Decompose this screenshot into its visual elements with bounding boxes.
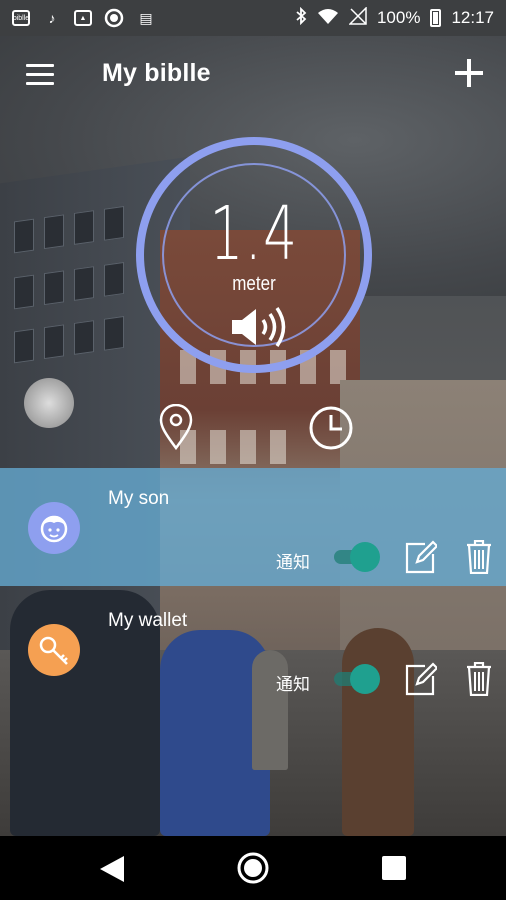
delete-icon[interactable] <box>466 539 492 575</box>
clock-time: 12:17 <box>451 8 494 27</box>
wifi-icon <box>317 8 339 29</box>
status-bar: biblle ♪ ▲ ▤ 100% 12:17 <box>0 0 506 36</box>
notification-icons: biblle ♪ ▲ ▤ <box>12 8 295 28</box>
speaker-icon[interactable] <box>228 305 292 349</box>
app-title: My biblle <box>102 59 211 87</box>
device-row-my-wallet[interactable]: My wallet 通知 <box>0 590 506 708</box>
record-icon <box>104 8 124 28</box>
device-name: My son <box>108 488 170 509</box>
delete-icon[interactable] <box>466 661 492 697</box>
biblle-app-icon: biblle <box>12 10 30 26</box>
edit-icon[interactable] <box>405 540 439 574</box>
edit-icon[interactable] <box>405 662 439 696</box>
background-photo <box>0 0 506 836</box>
image-icon: ▲ <box>74 10 92 26</box>
back-icon[interactable] <box>98 854 126 889</box>
sound-icon: ♪ <box>48 10 56 26</box>
menu-icon[interactable] <box>26 64 54 86</box>
add-device-button[interactable] <box>452 56 486 90</box>
device-icon: ▤ <box>139 9 153 26</box>
notify-label: 通知 <box>276 553 310 572</box>
key-icon <box>28 624 80 676</box>
battery-text: 100% <box>376 8 421 27</box>
distance-value: 1.4 <box>209 191 299 277</box>
boy-face-icon <box>28 502 80 554</box>
clock-history-icon[interactable] <box>308 405 354 451</box>
notify-toggle[interactable] <box>334 664 380 694</box>
distance-unit: meter <box>232 273 276 295</box>
recent-apps-icon[interactable] <box>382 856 406 880</box>
distance-gauge[interactable]: 1.4 meter <box>136 137 372 373</box>
battery-icon <box>430 9 442 27</box>
device-row-my-son[interactable]: My son 通知 <box>0 468 506 586</box>
system-nav-bar <box>0 836 506 900</box>
no-signal-icon <box>348 5 367 30</box>
home-icon[interactable] <box>236 851 270 885</box>
device-name: My wallet <box>108 610 188 631</box>
bluetooth-icon <box>295 6 307 30</box>
notify-toggle[interactable] <box>334 542 380 572</box>
notify-label: 通知 <box>276 675 310 694</box>
app-bar: My biblle <box>0 36 506 116</box>
location-icon[interactable] <box>158 403 194 451</box>
